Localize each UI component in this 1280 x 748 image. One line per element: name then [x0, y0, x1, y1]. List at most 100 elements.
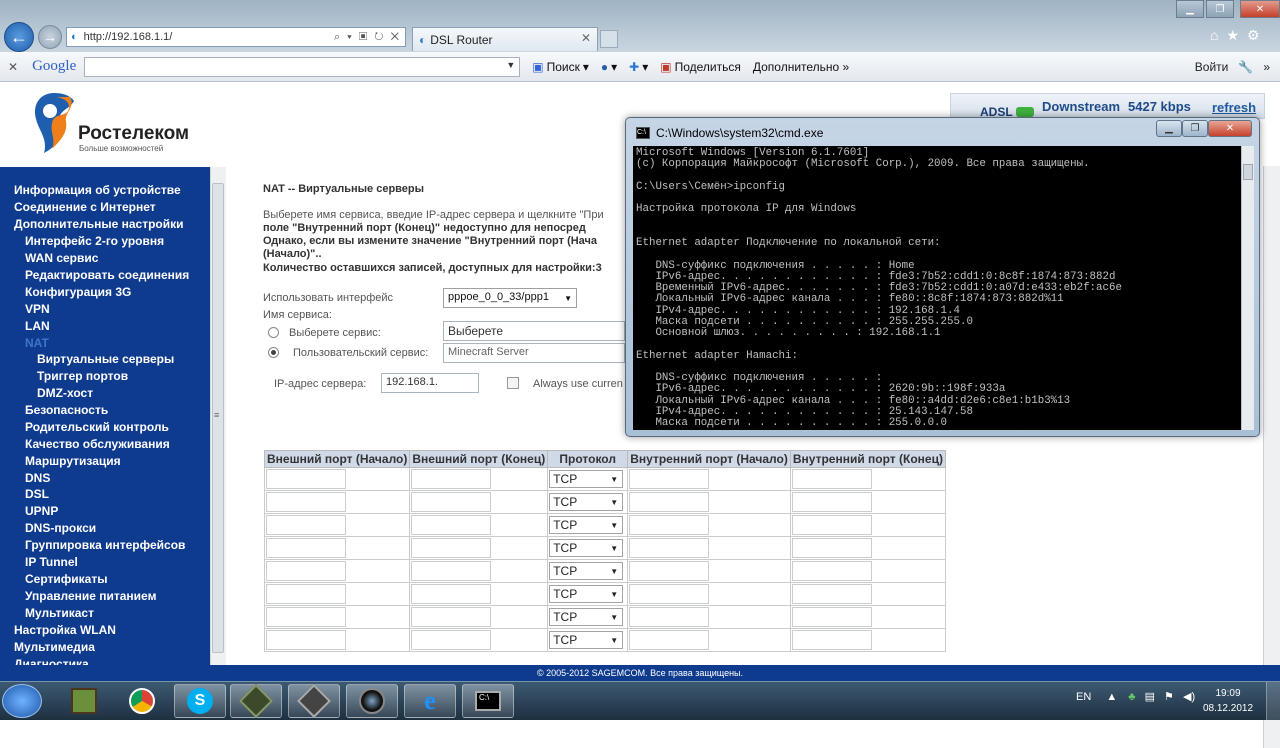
tab-dsl-router[interactable]: ◐ DSL Router ✕	[412, 27, 598, 51]
plus-button[interactable]: ✚ ▾	[629, 60, 648, 74]
forward-button[interactable]: →	[38, 25, 62, 49]
protocol-select[interactable]: TCP ▼	[549, 631, 624, 649]
cmd-console[interactable]: Microsoft Windows [Version 6.1.7601] (c) …	[633, 146, 1241, 430]
sidebar-item-security[interactable]: Безопасность	[25, 403, 108, 417]
int-end-input[interactable]	[791, 630, 872, 650]
taskbar-cmd[interactable]: C:\	[462, 684, 514, 718]
sidebar-item-advanced[interactable]: Дополнительные настройки	[14, 217, 184, 231]
sidebar-item-virtual-servers[interactable]: Виртуальные серверы	[37, 352, 174, 366]
new-tab-button[interactable]	[600, 30, 618, 48]
sidebar-item-dns[interactable]: DNS	[25, 471, 50, 485]
int-start-input[interactable]	[629, 561, 710, 581]
frame-scroll-thumb[interactable]: ≡	[212, 183, 224, 653]
sidebar-item-wlan[interactable]: Настройка WLAN	[14, 623, 116, 637]
select-service-radio[interactable]	[268, 327, 279, 338]
ext-end-input[interactable]	[411, 538, 492, 558]
ext-start-input[interactable]	[266, 630, 346, 650]
cmd-scroll-thumb[interactable]	[1243, 164, 1253, 180]
sidebar-item-wan[interactable]: WAN сервис	[25, 251, 98, 265]
cmd-window[interactable]: C:\ C:\Windows\system32\cmd.exe ▁ ❐ ✕ Mi…	[625, 117, 1260, 437]
protocol-select[interactable]: TCP ▼	[549, 539, 624, 557]
sidebar-item-multimedia[interactable]: Мультимедиа	[14, 640, 95, 654]
protocol-select[interactable]: TCP ▼	[549, 585, 624, 603]
taskbar-camera[interactable]	[346, 684, 398, 718]
cmd-minimize-button[interactable]: ▁	[1156, 120, 1182, 137]
int-start-input[interactable]	[629, 584, 710, 604]
ext-start-input[interactable]	[266, 561, 346, 581]
sidebar-item-multicast[interactable]: Мультикаст	[25, 606, 94, 620]
cmd-scrollbar[interactable]	[1241, 146, 1254, 430]
int-start-input[interactable]	[629, 515, 710, 535]
sidebar-item-dsl[interactable]: DSL	[25, 487, 49, 501]
taskbar-minecraft[interactable]	[58, 684, 110, 718]
protocol-select[interactable]: TCP ▼	[549, 493, 624, 511]
int-end-input[interactable]	[791, 584, 872, 604]
sidebar-item-device-info[interactable]: Информация об устройстве	[14, 183, 181, 197]
int-end-input[interactable]	[791, 515, 872, 535]
sidebar-item-parental[interactable]: Родительский контроль	[25, 420, 169, 434]
int-end-input[interactable]	[791, 492, 872, 512]
tray-expand-icon[interactable]: ▲	[1106, 691, 1117, 703]
address-tools-icon[interactable]: ⌕ ▾ ▣ ↻ ✕	[334, 31, 401, 44]
sidebar-item-lan[interactable]: LAN	[25, 319, 50, 333]
volume-icon[interactable]: ◀)	[1183, 691, 1195, 703]
ext-end-input[interactable]	[411, 469, 492, 489]
interface-select[interactable]: pppoe_0_0_33/ppp1 ▼	[443, 288, 577, 308]
ext-end-input[interactable]	[411, 630, 492, 650]
ext-start-input[interactable]	[266, 492, 346, 512]
int-start-input[interactable]	[629, 630, 710, 650]
favorites-star-icon[interactable]: ★	[1226, 27, 1239, 47]
sidebar-item-edit-conn[interactable]: Редактировать соединения	[25, 268, 189, 282]
int-start-input[interactable]	[629, 607, 710, 627]
ext-end-input[interactable]	[411, 492, 492, 512]
int-end-input[interactable]	[791, 469, 872, 489]
taskbar-ie[interactable]: e	[404, 684, 456, 718]
flag-icon[interactable]: ⚑	[1164, 691, 1174, 703]
ext-start-input[interactable]	[266, 584, 346, 604]
sidebar-item-certs[interactable]: Сертификаты	[25, 572, 107, 586]
int-start-input[interactable]	[629, 492, 710, 512]
back-button[interactable]: ←	[4, 22, 34, 52]
close-icon[interactable]: ✕	[8, 60, 18, 74]
sidebar-item-dmz[interactable]: DMZ-хост	[37, 386, 93, 400]
ext-start-input[interactable]	[266, 607, 346, 627]
signin-link[interactable]: Войти	[1195, 60, 1229, 74]
close-button[interactable]: ✕	[1240, 0, 1280, 18]
sidebar-item-vpn[interactable]: VPN	[25, 302, 50, 316]
sidebar-item-internet[interactable]: Соединение с Интернет	[14, 200, 156, 214]
minimize-button[interactable]: ▁	[1176, 0, 1204, 18]
sidebar-item-routing[interactable]: Маршрутизация	[25, 454, 121, 468]
taskbar-app-1[interactable]	[230, 684, 282, 718]
ext-end-input[interactable]	[411, 584, 492, 604]
ext-start-input[interactable]	[266, 538, 346, 558]
custom-service-input[interactable]: Minecraft Server	[443, 343, 625, 363]
share-button[interactable]: ▣ Поделиться	[660, 60, 741, 74]
protocol-select[interactable]: TCP ▼	[549, 608, 624, 626]
protocol-select[interactable]: TCP ▼	[549, 470, 624, 488]
search-button[interactable]: ▣ Поиск ▾	[532, 60, 589, 74]
sidebar-item-dns-proxy[interactable]: DNS-прокси	[25, 521, 96, 535]
globe-button[interactable]: ● ▾	[601, 60, 617, 74]
service-select[interactable]: Выберете	[443, 321, 625, 341]
home-icon[interactable]: ⌂	[1210, 27, 1218, 47]
network-icon[interactable]: ▤	[1145, 691, 1155, 703]
page-scrollbar[interactable]	[1263, 166, 1280, 748]
ext-start-input[interactable]	[266, 469, 346, 489]
protocol-select[interactable]: TCP ▼	[549, 562, 624, 580]
chevron-right-icon[interactable]: »	[1263, 60, 1270, 74]
taskbar-chrome[interactable]	[116, 684, 168, 718]
sidebar-item-nat[interactable]: NAT	[25, 336, 49, 350]
cmd-maximize-button[interactable]: ❐	[1182, 120, 1208, 137]
address-bar[interactable]: ◐ http://192.168.1.1/ ⌕ ▾ ▣ ↻ ✕	[66, 27, 406, 47]
ext-end-input[interactable]	[411, 607, 492, 627]
always-use-checkbox[interactable]	[507, 377, 519, 389]
int-start-input[interactable]	[629, 538, 710, 558]
sidebar-item-layer2[interactable]: Интерфейс 2-го уровня	[25, 234, 164, 248]
tab-close-icon[interactable]: ✕	[581, 31, 591, 45]
sidebar-item-port-trigger[interactable]: Триггер портов	[37, 369, 128, 383]
gear-icon[interactable]: ⚙	[1247, 27, 1260, 47]
custom-service-radio[interactable]	[268, 347, 279, 358]
language-indicator[interactable]: EN	[1076, 691, 1091, 703]
start-button[interactable]	[2, 684, 42, 718]
server-ip-input[interactable]: 192.168.1.	[381, 373, 479, 393]
